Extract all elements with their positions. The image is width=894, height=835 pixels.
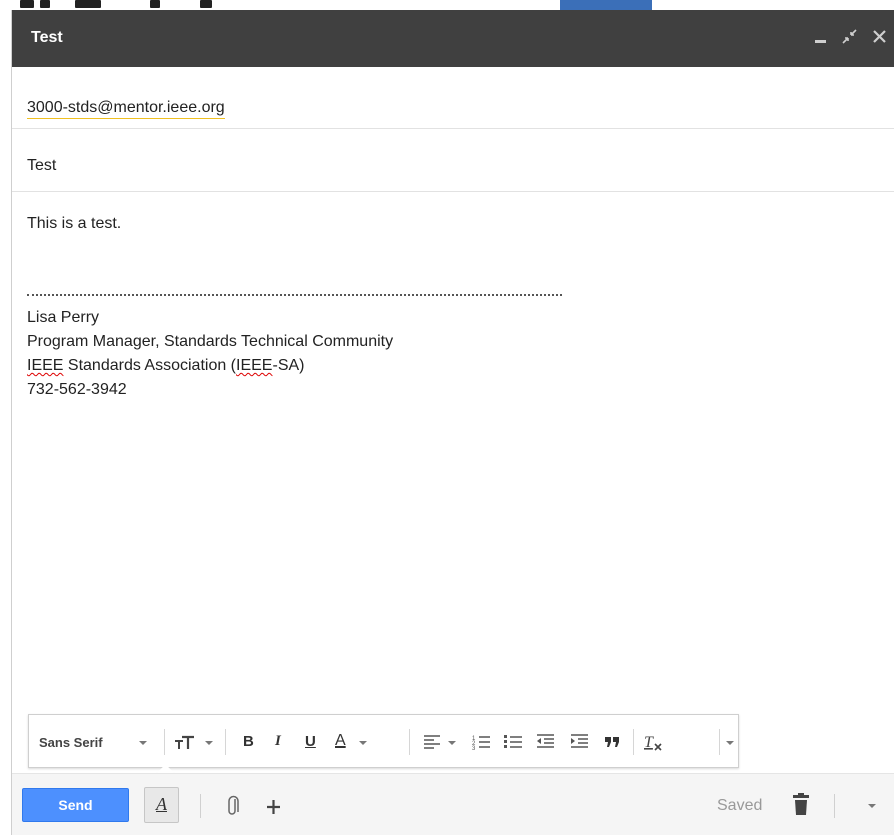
svg-text:3: 3 bbox=[472, 746, 476, 752]
chevron-down-icon bbox=[139, 741, 147, 745]
close-icon bbox=[873, 30, 886, 43]
plus-icon bbox=[267, 800, 280, 814]
chevron-down-icon bbox=[205, 741, 213, 745]
formatting-options-button[interactable]: A bbox=[144, 787, 179, 823]
chevron-down-icon bbox=[359, 741, 367, 745]
compose-titlebar[interactable]: Test bbox=[12, 10, 894, 67]
compose-title: Test bbox=[31, 29, 63, 46]
subject-field[interactable]: Test bbox=[12, 129, 894, 192]
signature-role: Program Manager, Standards Technical Com… bbox=[27, 333, 394, 350]
paperclip-icon bbox=[228, 795, 239, 815]
indent-more-icon bbox=[571, 734, 588, 748]
compose-action-bar: Send A Saved bbox=[12, 773, 894, 835]
background-fragment bbox=[40, 0, 50, 8]
quote-icon bbox=[605, 737, 619, 747]
message-body[interactable]: This is a test. Lisa Perry Program Manag… bbox=[12, 192, 894, 772]
minimize-icon bbox=[815, 40, 826, 43]
background-fragment bbox=[560, 0, 652, 10]
toolbar-divider bbox=[409, 729, 410, 755]
full-screen-button[interactable] bbox=[839, 24, 861, 50]
trash-icon bbox=[793, 793, 809, 815]
signature-organization-text: Standards Association ( bbox=[63, 357, 237, 374]
more-insert-button[interactable] bbox=[264, 794, 284, 825]
align-icon bbox=[424, 735, 440, 749]
signature-organization-suffix: -SA) bbox=[272, 357, 305, 374]
text-color-icon: A bbox=[335, 732, 346, 749]
more-options-button[interactable] bbox=[865, 802, 879, 812]
italic-button[interactable]: I bbox=[272, 729, 290, 755]
signature-divider bbox=[27, 294, 562, 296]
minimize-button[interactable] bbox=[810, 24, 832, 50]
background-fragment bbox=[75, 0, 101, 8]
bulleted-list-icon bbox=[504, 735, 522, 748]
action-divider bbox=[834, 794, 835, 818]
underline-icon: U bbox=[305, 733, 316, 750]
action-divider bbox=[200, 794, 201, 818]
signature-organization: IEEE Standards Association (IEEE-SA) bbox=[27, 357, 304, 375]
attach-button[interactable] bbox=[226, 794, 242, 825]
compose-window: Test 3000-stds@mentor.ieee.org Test This… bbox=[11, 10, 894, 835]
numbered-list-button[interactable]: 1 2 3 bbox=[471, 729, 493, 755]
misspelled-word[interactable]: IEEE bbox=[236, 357, 272, 374]
align-button[interactable] bbox=[422, 729, 462, 755]
exit-full-screen-icon bbox=[842, 29, 857, 44]
bulleted-list-button[interactable] bbox=[503, 729, 525, 755]
more-formatting-button[interactable] bbox=[722, 729, 738, 755]
save-status: Saved bbox=[717, 797, 763, 814]
chevron-down-icon bbox=[448, 741, 456, 745]
close-button[interactable] bbox=[869, 24, 891, 50]
numbered-list-icon: 1 2 3 bbox=[472, 736, 490, 752]
background-fragment bbox=[20, 0, 34, 8]
formatting-toolbar: Sans Serif B I U A 1 2 3 T bbox=[28, 714, 739, 783]
font-family-label: Sans Serif bbox=[39, 735, 103, 750]
body-text: This is a test. bbox=[27, 215, 122, 232]
toolbar-divider bbox=[633, 729, 634, 755]
indent-less-icon bbox=[537, 734, 554, 748]
recipient-address[interactable]: 3000-stds@mentor.ieee.org bbox=[27, 99, 225, 119]
underline-button[interactable]: U bbox=[303, 729, 321, 755]
remove-formatting-button[interactable]: T bbox=[642, 729, 666, 755]
toolbar-divider bbox=[225, 729, 226, 755]
toolbar-divider bbox=[164, 729, 165, 755]
quote-button[interactable] bbox=[602, 729, 624, 755]
chevron-down-icon bbox=[868, 804, 876, 808]
signature-name: Lisa Perry bbox=[27, 309, 100, 326]
remove-formatting-icon: T bbox=[644, 734, 662, 751]
signature-phone: 732-562-3942 bbox=[27, 381, 127, 398]
misspelled-word[interactable]: IEEE bbox=[27, 357, 63, 374]
svg-text:T: T bbox=[644, 734, 654, 751]
subject-text: Test bbox=[27, 157, 57, 174]
send-button[interactable]: Send bbox=[22, 788, 129, 822]
bold-icon: B bbox=[243, 733, 254, 750]
more-options-icon bbox=[726, 741, 734, 745]
indent-less-button[interactable] bbox=[535, 729, 557, 755]
discard-draft-button[interactable] bbox=[791, 791, 811, 824]
text-size-button[interactable] bbox=[173, 729, 217, 755]
text-size-icon bbox=[175, 735, 194, 749]
toolbar-divider bbox=[719, 729, 720, 755]
background-fragment bbox=[200, 0, 212, 8]
bold-button[interactable]: B bbox=[241, 729, 259, 755]
background-window-strip bbox=[0, 0, 894, 10]
font-family-select[interactable]: Sans Serif bbox=[39, 729, 154, 755]
recipients-field[interactable]: 3000-stds@mentor.ieee.org bbox=[12, 67, 894, 129]
italic-icon: I bbox=[275, 733, 281, 749]
background-fragment bbox=[150, 0, 160, 8]
text-color-button[interactable]: A bbox=[333, 729, 377, 755]
indent-more-button[interactable] bbox=[569, 729, 591, 755]
